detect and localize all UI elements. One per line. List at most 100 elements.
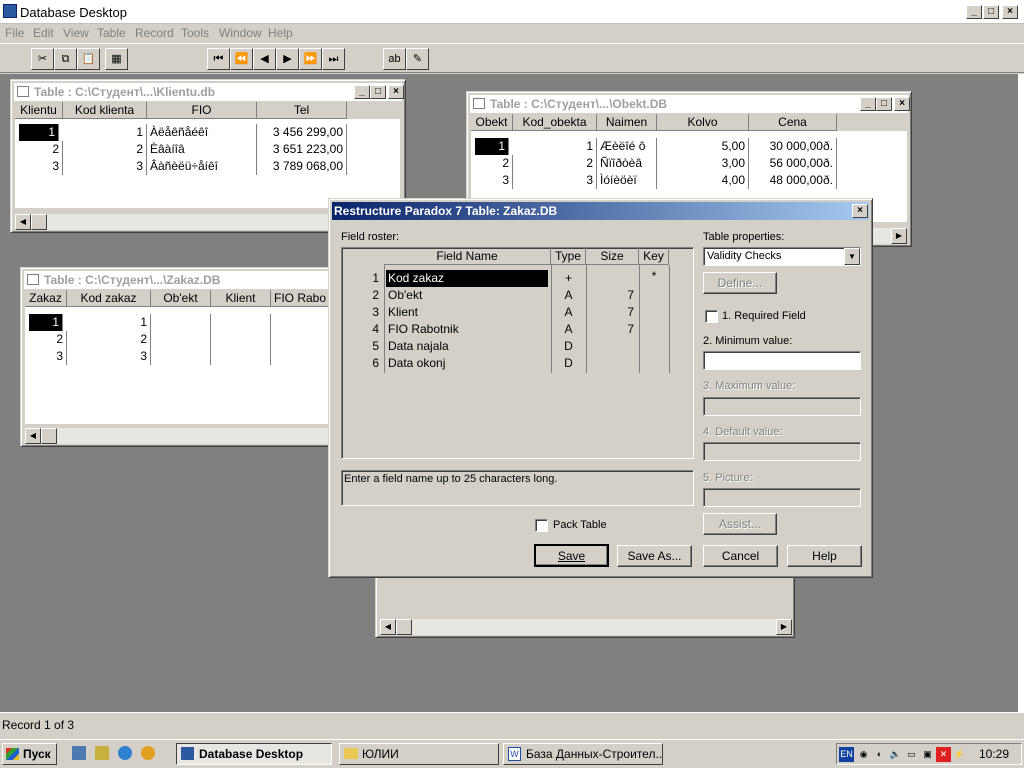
column-header[interactable]: Obekt — [471, 114, 513, 131]
scroll-right-icon[interactable]: ▶ — [891, 228, 907, 244]
next-record-button[interactable]: ▶ — [276, 48, 299, 70]
table-cell[interactable]: 30 000,00ð. — [749, 138, 837, 155]
roster-field-size[interactable] — [586, 270, 634, 287]
usb-icon[interactable]: ⚡ — [952, 747, 967, 762]
roster-field-name[interactable]: Data okonj — [386, 355, 548, 372]
maximize-button[interactable]: □ — [983, 5, 999, 19]
save-button[interactable]: Save — [534, 544, 609, 567]
column-header[interactable]: Cena — [749, 114, 837, 131]
table-cell[interactable]: 2 — [475, 155, 513, 172]
speaker-icon[interactable]: 🔈 — [888, 747, 903, 762]
table-cell[interactable]: 2 — [29, 331, 67, 348]
table-cell[interactable]: 5,00 — [657, 138, 749, 155]
klientu-title-bar[interactable]: Table : C:\Студент\...\Klientu.db _ □ × — [14, 83, 404, 101]
picture-input[interactable] — [703, 488, 861, 507]
roster-field-key[interactable]: * — [639, 268, 669, 285]
table-properties-select[interactable]: Validity Checks ▼ — [703, 247, 861, 266]
obekt-title-bar[interactable]: Table : C:\Студент\...\Obekt.DB _ □ × — [470, 95, 910, 113]
column-header[interactable]: Kod zakaz — [67, 290, 151, 307]
table-cell[interactable]: 3 — [475, 172, 513, 189]
roster-field-key[interactable] — [639, 321, 669, 338]
maximum-value-input[interactable] — [703, 397, 861, 416]
field-roster-grid[interactable]: Field Name Type Size Key 1 Kod zakaz + *… — [341, 247, 694, 459]
paste-button[interactable]: 📋 — [77, 48, 100, 70]
table-cell[interactable]: Æèëîé ô — [597, 138, 657, 155]
table-cell[interactable]: 3 — [67, 348, 151, 365]
zakaz-title-bar[interactable]: Table : C:\Студент\...\Zakaz.DB — [24, 271, 336, 289]
antivirus-icon[interactable]: ✕ — [936, 747, 951, 762]
assist-button[interactable]: Assist... — [703, 513, 777, 535]
column-header[interactable]: Kod klienta — [63, 102, 147, 119]
roster-field-type[interactable]: D — [551, 338, 586, 355]
table-cell[interactable] — [211, 331, 271, 348]
prev-record-button[interactable]: ◀ — [253, 48, 276, 70]
menu-help[interactable]: Help — [268, 26, 293, 40]
prev-set-button[interactable]: ⏪ — [230, 48, 253, 70]
cancel-button[interactable]: Cancel — [703, 545, 778, 567]
menu-table[interactable]: Table — [97, 26, 126, 40]
first-record-button[interactable]: ⏮ — [207, 48, 230, 70]
default-value-input[interactable] — [703, 442, 861, 461]
horizontal-scrollbar[interactable]: ◀ — [25, 428, 337, 444]
scroll-thumb[interactable] — [41, 428, 57, 444]
minimize-button[interactable]: _ — [966, 5, 982, 19]
roster-field-key[interactable] — [639, 287, 669, 304]
roster-field-type[interactable]: A — [551, 287, 586, 304]
table-cell[interactable]: 1 — [63, 124, 147, 141]
scroll-left-icon[interactable]: ◀ — [15, 214, 31, 230]
table-cell[interactable] — [151, 331, 211, 348]
show-desktop-icon[interactable] — [72, 746, 86, 760]
table-cell[interactable]: 3 — [19, 158, 63, 175]
table-cell[interactable] — [151, 348, 211, 365]
volume-icon[interactable]: ◐ — [872, 747, 887, 762]
roster-field-type[interactable]: + — [551, 270, 586, 287]
required-field-checkbox[interactable] — [705, 310, 718, 323]
zakaz-grid[interactable]: Zakaz Kod zakaz Ob'ekt Klient FIO Rabo 1… — [25, 290, 337, 424]
roster-field-name[interactable]: Ob'ekt — [386, 287, 548, 304]
pack-table-checkbox[interactable] — [535, 519, 548, 532]
roster-field-key[interactable] — [639, 355, 669, 372]
roster-field-key[interactable] — [639, 338, 669, 355]
table-cell[interactable]: 2 — [63, 141, 147, 158]
monitor-icon[interactable]: ▭ — [904, 747, 919, 762]
column-header[interactable]: Naimen — [597, 114, 657, 131]
klientu-minimize-button[interactable]: _ — [354, 85, 370, 99]
save-as-button[interactable]: Save As... — [617, 545, 692, 567]
table-cell[interactable]: 3,00 — [657, 155, 749, 172]
chevron-down-icon[interactable]: ▼ — [844, 248, 860, 265]
column-header[interactable]: Kod_obekta — [513, 114, 597, 131]
roster-field-name[interactable]: Data najala — [386, 338, 548, 355]
table-cell[interactable]: 3 456 299,00 — [257, 124, 347, 141]
scroll-thumb[interactable] — [396, 619, 412, 635]
roster-field-size[interactable]: 7 — [586, 287, 634, 304]
edit-data-button[interactable]: ✎ — [406, 48, 429, 70]
tray-app-icon[interactable]: ▣ — [920, 747, 935, 762]
quick-launch-icon[interactable] — [95, 746, 109, 760]
table-cell[interactable]: 3 — [63, 158, 147, 175]
table-cell[interactable] — [211, 314, 271, 331]
klientu-close-button[interactable]: × — [388, 85, 404, 99]
column-header[interactable]: Klientu — [15, 102, 63, 119]
table-cell[interactable]: 1 — [475, 138, 509, 155]
table-cell[interactable]: Ñïîðòèâ — [597, 155, 657, 172]
klientu-maximize-button[interactable]: □ — [370, 85, 386, 99]
zakaz-table-window[interactable]: Table : C:\Студент\...\Zakaz.DB Zakaz Ko… — [20, 267, 340, 447]
dialog-title-bar[interactable]: Restructure Paradox 7 Table: Zakaz.DB × — [332, 202, 869, 220]
menu-tools[interactable]: Tools — [181, 26, 209, 40]
roster-field-name[interactable]: Klient — [386, 304, 548, 321]
table-cell[interactable]: Ìóíèöèï — [597, 172, 657, 189]
task-database-desktop[interactable]: Database Desktop — [176, 743, 332, 765]
scroll-left-icon[interactable]: ◀ — [25, 428, 41, 444]
horizontal-scrollbar[interactable]: ◀ ▶ — [380, 619, 792, 635]
close-button[interactable]: × — [1002, 5, 1018, 19]
roster-field-type[interactable]: A — [551, 321, 586, 338]
dialog-close-button[interactable]: × — [852, 204, 868, 218]
roster-field-type[interactable]: D — [551, 355, 586, 372]
print-button[interactable]: ▦ — [105, 48, 128, 70]
start-button[interactable]: Пуск — [2, 743, 57, 765]
table-cell[interactable]: Èâàíîâ — [147, 141, 257, 158]
column-header[interactable]: FIO — [147, 102, 257, 119]
task-word-document[interactable]: W База Данных-Строител... — [503, 743, 663, 765]
cut-button[interactable]: ✂ — [31, 48, 54, 70]
table-cell[interactable]: 3 — [513, 172, 597, 189]
